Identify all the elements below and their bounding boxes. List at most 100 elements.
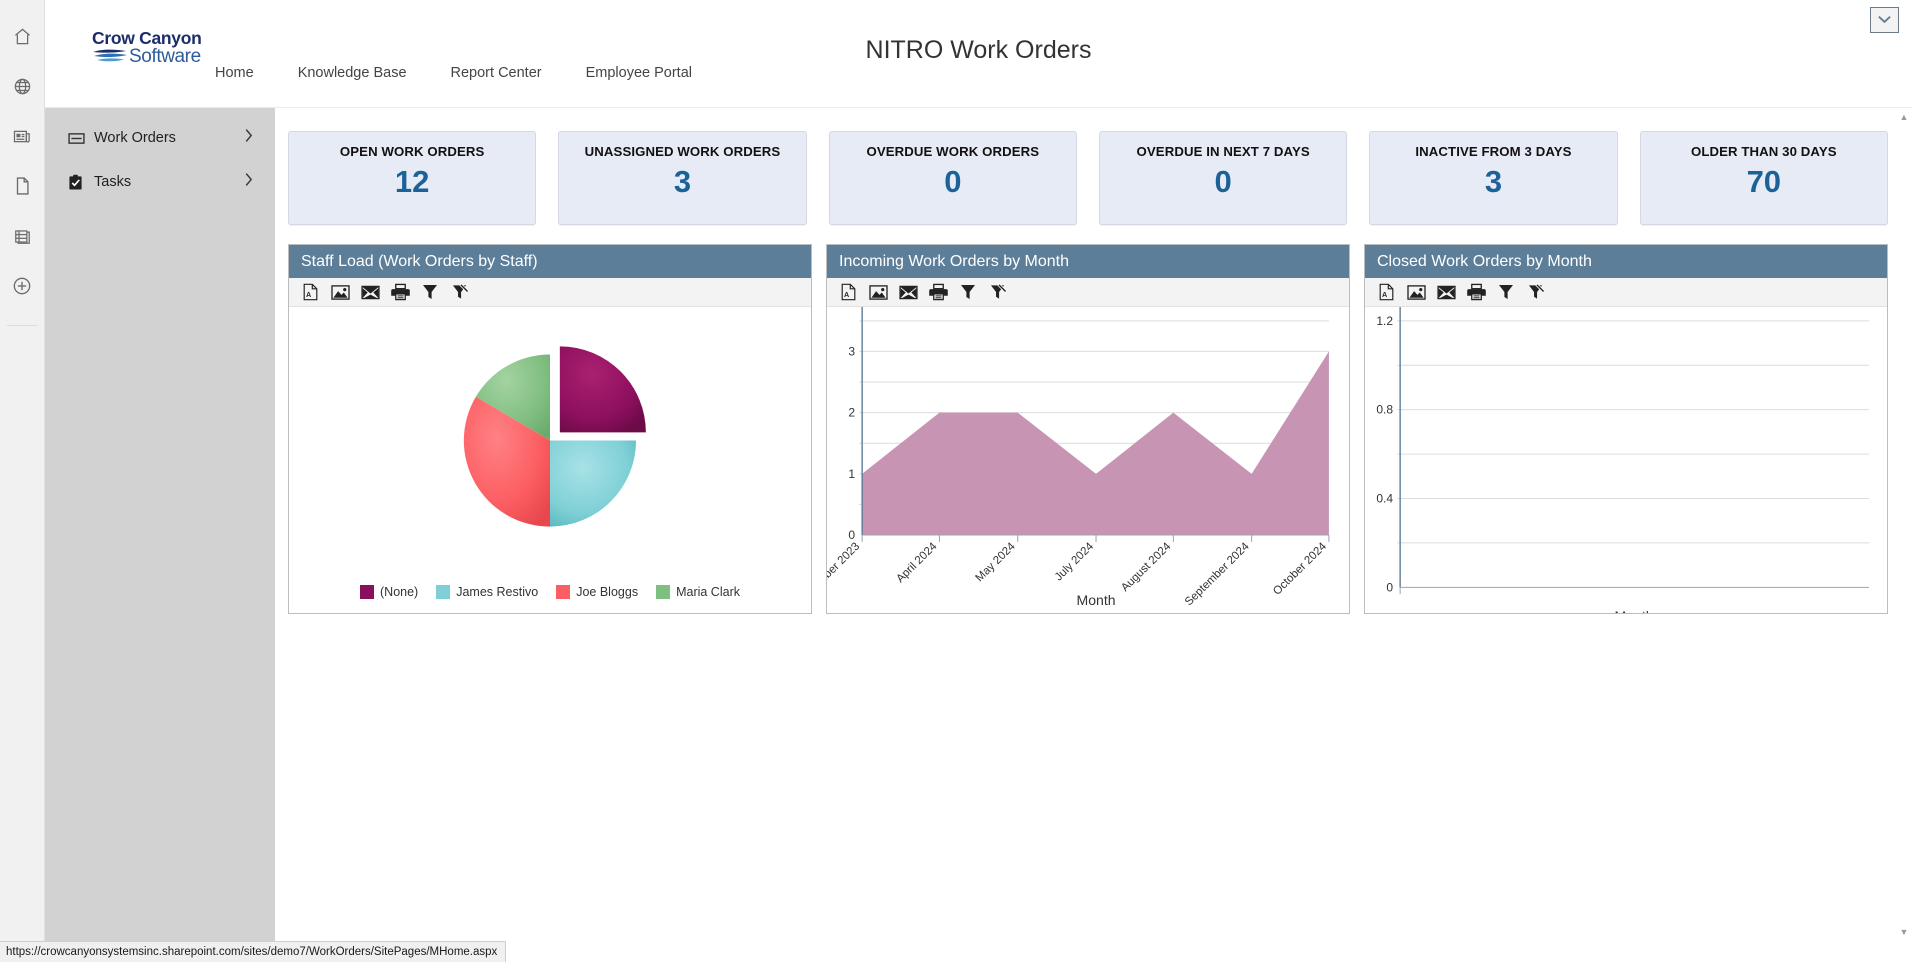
y-tick-label: 1 [848, 467, 855, 481]
status-bar: https://crowcanyonsystemsinc.sharepoint.… [0, 941, 507, 962]
filter-icon[interactable] [1495, 281, 1517, 303]
x-tick-label: August 2024 [1119, 540, 1174, 594]
panel-toolbar: A [289, 278, 811, 307]
email-icon[interactable] [1435, 281, 1457, 303]
export-pdf-icon[interactable]: A [837, 281, 859, 303]
clear-filter-icon[interactable] [987, 281, 1009, 303]
kpi-card-unassigned-work-orders[interactable]: UNASSIGNED WORK ORDERS 3 [558, 131, 807, 225]
rail-item-database[interactable] [0, 211, 45, 261]
y-tick-label: 0 [848, 528, 855, 542]
logo-secondary-text: Software [129, 46, 201, 67]
scroll-up-icon[interactable]: ▲ [1900, 112, 1909, 122]
panel-title: Closed Work Orders by Month [1365, 245, 1887, 278]
area-chart-incoming[interactable]: 0 1 2 3 November 2023 April 2024 May 202… [827, 307, 1349, 613]
y-tick-label: 0.8 [1376, 403, 1393, 417]
rail-item-home[interactable] [0, 11, 45, 61]
x-tick-label: November 2023 [827, 541, 862, 606]
x-tick-label: July 2024 [1053, 540, 1097, 583]
export-image-icon[interactable] [329, 281, 351, 303]
chevron-right-icon[interactable] [244, 128, 253, 148]
legend-item-joe-bloggs[interactable]: Joe Bloggs [556, 585, 638, 599]
email-icon[interactable] [359, 281, 381, 303]
collapse-header-button[interactable] [1870, 7, 1899, 33]
kpi-label: INACTIVE FROM 3 DAYS [1415, 144, 1572, 159]
x-axis-title: Month [1615, 608, 1654, 613]
svg-text:A: A [306, 290, 311, 299]
rail-item-create[interactable] [0, 261, 45, 311]
sidebar-item-tasks[interactable]: Tasks [45, 160, 275, 204]
email-icon[interactable] [897, 281, 919, 303]
top-navigation: Home Knowledge Base Report Center Employ… [205, 65, 714, 81]
chevron-right-icon[interactable] [244, 172, 253, 192]
status-url: https://crowcanyonsystemsinc.sharepoint.… [6, 946, 498, 958]
topnav-item-employee-portal[interactable]: Employee Portal [564, 65, 714, 81]
sidebar-item-work-orders[interactable]: Work Orders [45, 116, 275, 160]
x-tick-label: May 2024 [973, 540, 1018, 584]
export-image-icon[interactable] [867, 281, 889, 303]
rail-item-globe[interactable] [0, 61, 45, 111]
news-icon [12, 127, 32, 146]
filter-icon[interactable] [419, 281, 441, 303]
home-icon [13, 27, 32, 46]
clear-filter-icon[interactable] [1525, 281, 1547, 303]
print-icon[interactable] [927, 281, 949, 303]
scroll-down-icon[interactable]: ▼ [1900, 927, 1909, 937]
panel-title: Incoming Work Orders by Month [827, 245, 1349, 278]
legend-item-maria-clark[interactable]: Maria Clark [656, 585, 740, 599]
kpi-value: 3 [1484, 164, 1503, 199]
pie-chart[interactable] [289, 307, 811, 561]
kpi-value: 70 [1746, 164, 1782, 199]
topnav-item-report-center[interactable]: Report Center [429, 65, 564, 81]
kpi-label: OVERDUE WORK ORDERS [866, 144, 1040, 159]
panel-toolbar: A [1365, 278, 1887, 307]
panel-body: 0 1 2 3 November 2023 April 2024 May 202… [827, 307, 1349, 613]
globe-icon [13, 77, 32, 96]
kpi-card-overdue-next-7-days[interactable]: OVERDUE IN NEXT 7 DAYS 0 [1098, 131, 1348, 225]
top-header: Crow Canyon Software Home Knowledge Base… [45, 0, 1912, 108]
x-axis-title: Month [1077, 592, 1116, 608]
rail-item-page[interactable] [0, 161, 45, 211]
kpi-value: 3 [673, 164, 692, 199]
y-tick-label: 2 [848, 406, 855, 420]
legend-swatch [556, 585, 571, 599]
clipboard-check-icon [68, 174, 94, 191]
legend-item-james-restivo[interactable]: James Restivo [436, 585, 538, 599]
print-icon[interactable] [1465, 281, 1487, 303]
legend-label: Maria Clark [676, 585, 740, 599]
wave-icon [92, 47, 128, 71]
pie-legend: (None) James Restivo Joe Bloggs Maria Cl… [289, 585, 811, 599]
filter-icon[interactable] [957, 281, 979, 303]
panel-toolbar: A [827, 278, 1349, 307]
legend-swatch [656, 585, 671, 599]
export-pdf-icon[interactable]: A [299, 281, 321, 303]
topnav-item-home[interactable]: Home [205, 65, 276, 81]
brand-logo[interactable]: Crow Canyon Software [92, 29, 222, 71]
kpi-row: OPEN WORK ORDERS 12 UNASSIGNED WORK ORDE… [288, 131, 1888, 225]
kpi-label: OVERDUE IN NEXT 7 DAYS [1136, 144, 1310, 159]
kpi-card-older-than-30-days[interactable]: OLDER THAN 30 DAYS 70 [1639, 131, 1888, 225]
chart-panel-row: Staff Load (Work Orders by Staff) A (Non… [288, 244, 1888, 614]
pie-slice-james-restivo [550, 440, 637, 527]
panel-closed-work-orders: Closed Work Orders by Month A 1.2 0.8 0.… [1364, 244, 1888, 614]
panel-body: (None) James Restivo Joe Bloggs Maria Cl… [289, 307, 811, 613]
kpi-card-overdue-work-orders[interactable]: OVERDUE WORK ORDERS 0 [828, 131, 1077, 225]
page-scrollbar[interactable]: ▲ ▼ [1898, 108, 1910, 941]
rail-item-news[interactable] [0, 111, 45, 161]
plus-circle-icon [12, 276, 32, 296]
kpi-card-inactive-from-3-days[interactable]: INACTIVE FROM 3 DAYS 3 [1369, 131, 1618, 225]
area-chart-closed[interactable]: 1.2 0.8 0.4 0 Month [1365, 307, 1887, 613]
left-nav-panel: Work Orders Tasks [45, 108, 275, 962]
legend-swatch [360, 585, 375, 599]
export-pdf-icon[interactable]: A [1375, 281, 1397, 303]
export-image-icon[interactable] [1405, 281, 1427, 303]
kpi-label: OLDER THAN 30 DAYS [1690, 144, 1837, 159]
page-icon [14, 176, 31, 196]
bottom-strip [275, 941, 1912, 962]
y-tick-label: 0.4 [1376, 492, 1393, 506]
topnav-item-knowledge-base[interactable]: Knowledge Base [276, 65, 429, 81]
kpi-card-open-work-orders[interactable]: OPEN WORK ORDERS 12 [288, 131, 537, 225]
panel-title: Staff Load (Work Orders by Staff) [289, 245, 811, 278]
clear-filter-icon[interactable] [449, 281, 471, 303]
print-icon[interactable] [389, 281, 411, 303]
legend-item-none[interactable]: (None) [360, 585, 418, 599]
